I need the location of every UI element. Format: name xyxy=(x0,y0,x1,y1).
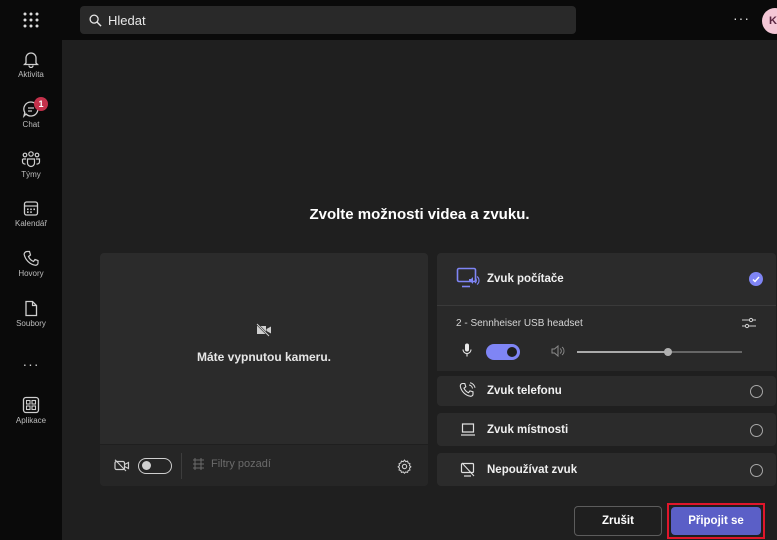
computer-audio-icon xyxy=(456,267,480,288)
teams-icon xyxy=(21,151,41,168)
camera-icon xyxy=(114,459,130,472)
app-launcher-icon[interactable] xyxy=(20,9,42,31)
rail-item-apps[interactable]: Aplikace xyxy=(0,396,62,444)
phone-audio-icon xyxy=(459,382,476,397)
audio-option-none[interactable]: Nepoužívat zvuk xyxy=(437,453,776,486)
no-audio-icon xyxy=(460,462,475,477)
more-icon: ··· xyxy=(22,356,40,372)
search-input[interactable]: Hledat xyxy=(80,6,576,34)
rail-item-label: Chat xyxy=(22,120,40,129)
microphone-icon xyxy=(462,343,472,357)
cancel-button[interactable]: Zrušit xyxy=(574,506,662,536)
avatar[interactable]: K xyxy=(762,8,777,34)
audio-option-phone[interactable]: Zvuk telefonu xyxy=(437,376,776,406)
unread-badge: 1 xyxy=(34,97,48,111)
radio-button[interactable] xyxy=(750,385,763,398)
rail-item-label: Týmy xyxy=(21,170,41,179)
rail-item-files[interactable]: Soubory xyxy=(0,300,62,348)
speaker-volume-icon xyxy=(551,345,565,357)
rail-item-label: Aktivita xyxy=(18,70,44,79)
phone-audio-label: Zvuk telefonu xyxy=(487,385,562,397)
search-placeholder: Hledat xyxy=(108,12,146,28)
audio-option-computer[interactable]: Zvuk počítače xyxy=(437,253,776,305)
rail-item-calls[interactable]: Hovory xyxy=(0,250,62,298)
rail-item-chat[interactable]: 1 Chat xyxy=(0,97,62,148)
rail-item-calendar[interactable]: Kalendář xyxy=(0,200,62,248)
radio-button[interactable] xyxy=(750,464,763,477)
divider xyxy=(181,453,182,479)
more-options-button[interactable]: ··· xyxy=(733,10,750,26)
filters-label: Filtry pozadí xyxy=(211,458,271,470)
rail-item-label: Aplikace xyxy=(15,416,47,425)
rail-item-label: Soubory xyxy=(16,319,46,328)
audio-option-room[interactable]: Zvuk místnosti xyxy=(437,413,776,446)
radio-button[interactable] xyxy=(750,424,763,437)
checkmark-icon xyxy=(749,272,763,286)
audio-device-select[interactable]: 2 - Sennheiser USB headset xyxy=(456,318,583,329)
camera-toggle[interactable] xyxy=(138,458,172,474)
computer-audio-label: Zvuk počítače xyxy=(487,273,564,285)
top-bar: Hledat ··· K xyxy=(0,0,777,40)
camera-off-message: Máte vypnutou kameru. xyxy=(100,323,428,364)
camera-off-icon xyxy=(256,323,271,337)
video-preview: Máte vypnutou kameru. Filtry pozadí xyxy=(100,253,428,486)
no-audio-label: Nepoužívat zvuk xyxy=(487,464,578,476)
room-audio-icon xyxy=(461,423,475,436)
prejoin-screen: Zvolte možnosti videa a zvuku. Máte vypn… xyxy=(62,40,777,540)
room-audio-label: Zvuk místnosti xyxy=(487,424,569,436)
phone-icon xyxy=(23,250,39,266)
settings-gear-icon[interactable] xyxy=(397,459,412,474)
audio-device-settings: 2 - Sennheiser USB headset xyxy=(437,305,776,371)
apps-icon xyxy=(22,396,40,414)
search-icon xyxy=(89,13,102,27)
camera-off-text: Máte vypnutou kameru. xyxy=(196,350,332,364)
app-rail: Aktivita 1 Chat Týmy Kalendář Hovory Sou… xyxy=(0,40,62,540)
rail-item-activity[interactable]: Aktivita xyxy=(0,50,62,98)
bell-icon xyxy=(23,52,39,68)
volume-slider-thumb[interactable] xyxy=(663,348,672,356)
calendar-icon xyxy=(23,201,39,216)
rail-item-teams[interactable]: Týmy xyxy=(0,150,62,198)
rail-item-label: Hovory xyxy=(18,269,44,278)
join-button[interactable]: Připojit se xyxy=(671,507,761,535)
microphone-toggle[interactable] xyxy=(486,344,520,360)
video-controls: Filtry pozadí xyxy=(100,444,428,486)
background-filters-button[interactable]: Filtry pozadí xyxy=(192,458,271,470)
volume-slider[interactable] xyxy=(577,348,742,356)
background-effects-icon xyxy=(193,458,204,470)
file-icon xyxy=(25,300,38,317)
rail-item-label: Kalendář xyxy=(14,219,48,228)
device-settings-icon[interactable] xyxy=(742,317,756,329)
page-title: Zvolte možnosti videa a zvuku. xyxy=(309,206,530,223)
